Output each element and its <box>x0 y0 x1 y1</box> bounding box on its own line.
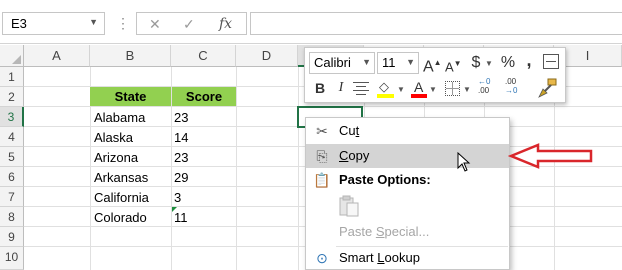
formula-buttons: ✕ ✓ fx <box>136 12 247 35</box>
increase-decimal-button[interactable]: ←0.00 <box>478 77 502 95</box>
chevron-down-icon[interactable]: ▼ <box>485 59 493 68</box>
shrink-font-icon: A <box>445 59 454 75</box>
cell-state[interactable]: Arizona <box>94 150 138 165</box>
row-header-2[interactable]: 2 <box>0 87 24 107</box>
select-all-corner[interactable] <box>0 45 24 67</box>
annotation-arrow-icon <box>507 142 594 170</box>
italic-button[interactable]: I <box>335 78 347 98</box>
chevron-down-icon[interactable]: ▼ <box>397 85 405 94</box>
mini-toolbar: Calibri ▼ 11 ▼ A▲ A▼ $ ▼ % , B I ◇ ▼ A ▼… <box>304 47 566 103</box>
borders-icon[interactable] <box>445 81 460 96</box>
check-icon[interactable]: ✓ <box>183 16 195 33</box>
cancel-icon[interactable]: ✕ <box>149 16 161 33</box>
column-header-a[interactable]: A <box>24 45 90 67</box>
menu-item-copy-label: Copy <box>339 148 370 163</box>
accounting-format-button[interactable]: $ <box>469 53 483 73</box>
gridline <box>236 67 237 270</box>
menu-item-cut[interactable]: ✂ Cut <box>306 119 509 143</box>
cell-score[interactable]: 29 <box>174 170 188 185</box>
cell-score[interactable]: 23 <box>174 110 188 125</box>
name-box-value: E3 <box>11 16 27 31</box>
cell-state[interactable]: Colorado <box>94 210 147 225</box>
error-indicator-icon <box>172 207 177 212</box>
menu-item-paste-options: 📋 Paste Options: <box>306 168 509 192</box>
chevron-down-icon[interactable]: ▼ <box>406 57 415 67</box>
row-header-7[interactable]: 7 <box>0 187 24 207</box>
grow-font-icon: A <box>423 58 434 76</box>
font-name-value: Calibri <box>314 55 351 70</box>
chevron-down-icon[interactable]: ▼ <box>429 85 437 94</box>
column-header-c[interactable]: C <box>171 45 236 67</box>
cell-score[interactable]: 3 <box>174 190 181 205</box>
paste-icon: 📋 <box>313 172 331 188</box>
font-size-combo[interactable]: 11 ▼ <box>377 52 419 74</box>
cell-state[interactable]: Alaska <box>94 130 133 145</box>
decrease-decimal-button[interactable]: .00 →0 <box>505 77 529 95</box>
cell-state[interactable]: Arkansas <box>94 170 148 185</box>
row-header-3[interactable]: 3 <box>0 107 24 127</box>
font-name-combo[interactable]: Calibri ▼ <box>309 52 375 74</box>
cell-state[interactable]: Alabama <box>94 110 145 125</box>
font-size-value: 11 <box>382 55 396 70</box>
merge-center-icon[interactable] <box>543 54 559 69</box>
mouse-cursor-icon <box>457 151 471 172</box>
cell-state[interactable]: California <box>94 190 149 205</box>
cell-score[interactable]: 11 <box>174 210 188 225</box>
decrease-decimal-label: .00 <box>505 77 517 86</box>
bold-button[interactable]: B <box>313 78 327 98</box>
comma-style-button[interactable]: , <box>523 50 535 70</box>
name-box[interactable]: E3 ▼ <box>2 12 105 35</box>
table-header-score[interactable]: Score <box>172 87 236 106</box>
column-header-d[interactable]: D <box>236 45 298 67</box>
row-header-6[interactable]: 6 <box>0 167 24 187</box>
menu-item-paste-special[interactable]: Paste Special... <box>306 220 509 244</box>
increase-decimal-label: .00 <box>478 86 490 95</box>
copy-icon: ⎘ <box>316 148 328 164</box>
shrink-font-button[interactable]: A▼ <box>445 54 462 77</box>
font-color-icon: A <box>414 79 424 95</box>
chevron-down-icon[interactable]: ▼ <box>362 57 371 67</box>
scissors-icon: ✂ <box>316 123 328 139</box>
cell-score[interactable]: 23 <box>174 150 188 165</box>
font-color-button[interactable]: A <box>411 79 427 99</box>
cell-score[interactable]: 14 <box>174 130 188 145</box>
menu-item-smart-lookup[interactable]: ⊙ Smart Lookup <box>306 246 509 270</box>
smart-lookup-label: Smart Lookup <box>339 250 420 265</box>
percent-style-button[interactable]: % <box>499 53 517 73</box>
row-header-9[interactable]: 9 <box>0 227 24 247</box>
paste-options-label: Paste Options: <box>339 172 431 187</box>
align-center-icon[interactable] <box>353 80 371 98</box>
row-header-8[interactable]: 8 <box>0 207 24 227</box>
table-header-state[interactable]: State <box>90 87 171 106</box>
menu-item-cut-label: Cut <box>339 123 360 138</box>
chevron-down-icon[interactable]: ▼ <box>89 17 98 27</box>
format-painter-icon[interactable] <box>537 77 559 99</box>
menu-item-copy[interactable]: ⎘ Copy <box>306 144 509 168</box>
row-header-4[interactable]: 4 <box>0 127 24 147</box>
context-menu: ✂ Cut ⎘ Copy 📋 Paste Options: Paste Spec… <box>305 117 510 270</box>
row-header-5[interactable]: 5 <box>0 147 24 167</box>
formula-input[interactable] <box>250 12 622 35</box>
paste-icon[interactable] <box>338 194 360 218</box>
vertical-dots-icon[interactable]: ⋮ <box>116 16 130 30</box>
smart-lookup-icon: ⊙ <box>316 250 328 266</box>
grow-font-button[interactable]: A▲ <box>423 53 442 77</box>
row-header-10[interactable]: 10 <box>0 247 24 270</box>
insert-function-button[interactable]: fx <box>219 16 232 32</box>
gridline <box>298 67 299 270</box>
paste-special-label: Paste Special... <box>339 224 430 239</box>
column-header-b[interactable]: B <box>90 45 171 67</box>
fill-color-icon[interactable]: ◇ <box>377 79 395 99</box>
chevron-down-icon[interactable]: ▼ <box>463 85 471 94</box>
row-header-1[interactable]: 1 <box>0 67 24 87</box>
